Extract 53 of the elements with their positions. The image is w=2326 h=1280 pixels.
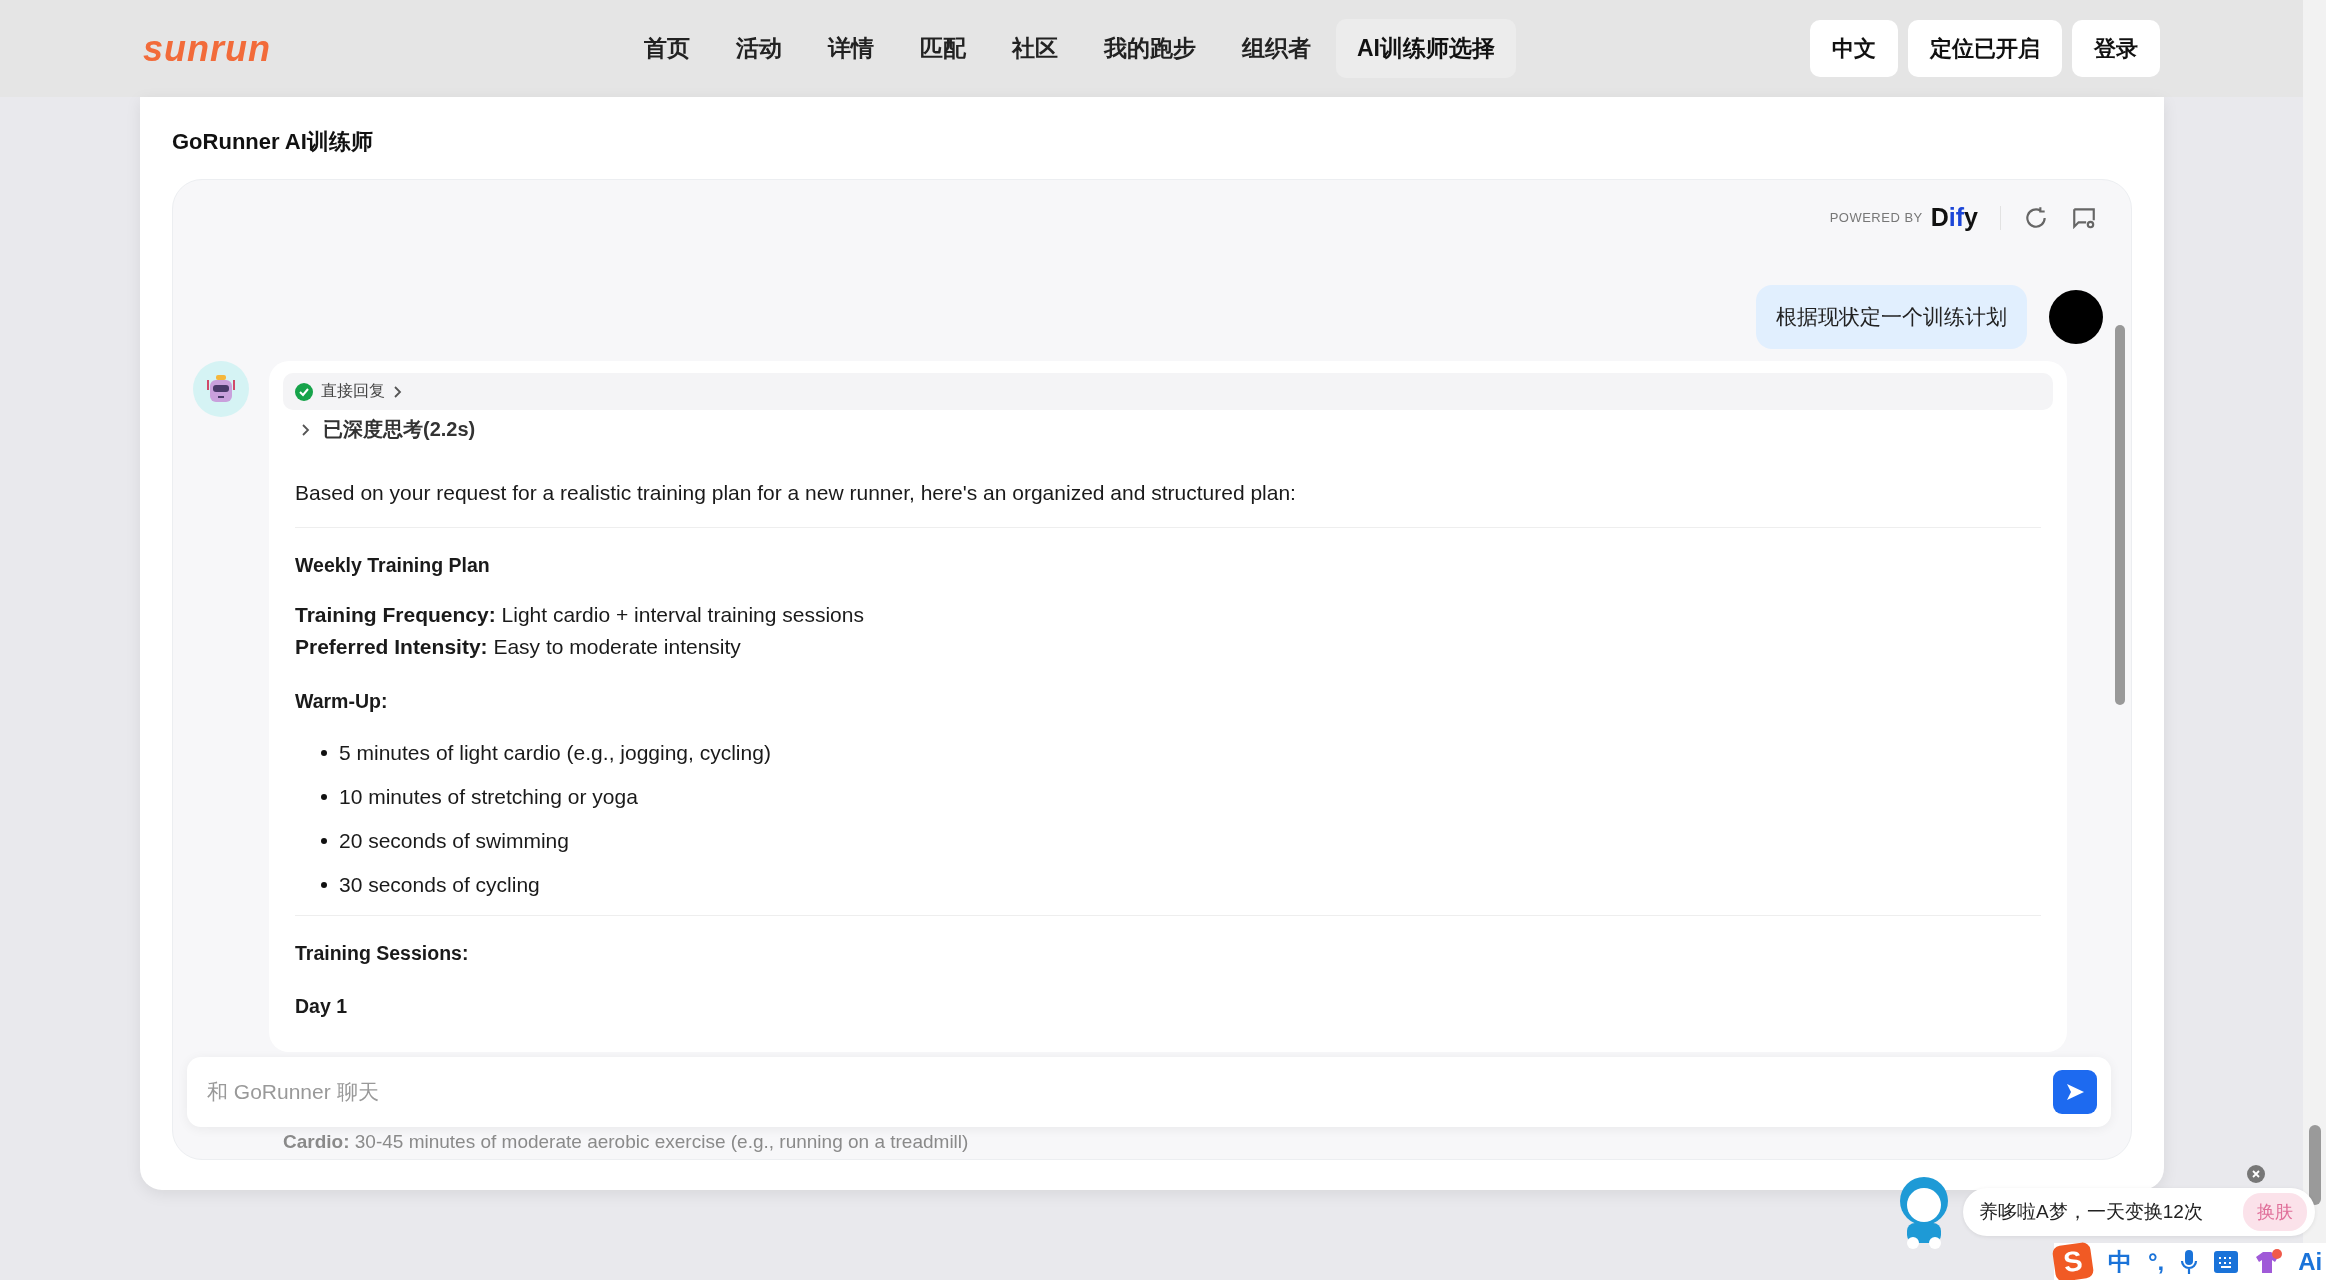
nav-tab[interactable]: 社区 xyxy=(991,19,1079,78)
card-title: GoRunner AI训练师 xyxy=(172,128,374,156)
microphone-icon[interactable] xyxy=(2180,1248,2199,1275)
send-button[interactable] xyxy=(2053,1070,2097,1114)
message-field[interactable]: 和 GoRunner 聊天 xyxy=(187,1057,2111,1127)
powered-by-label: POWERED BY xyxy=(1829,210,1923,225)
section-heading: Training Sessions: xyxy=(295,940,470,966)
nav-tab[interactable]: 活动 xyxy=(715,19,803,78)
check-icon xyxy=(295,382,313,401)
section-heading: Weekly Training Plan xyxy=(295,552,491,578)
thinking-label: 已深度思考(2.2s) xyxy=(323,417,476,442)
chevron-right-icon xyxy=(393,384,403,399)
ai-button[interactable]: Ai xyxy=(2298,1247,2323,1276)
field-line: Preferred Intensity: Easy to moderate intensity xyxy=(295,634,742,661)
nav-tab[interactable]: 匹配 xyxy=(899,19,987,78)
ime-mode[interactable]: 中 xyxy=(2108,1245,2132,1278)
paragraph: Based on your request for a realistic training plan for a new runner, here's an organized and structured plan: xyxy=(295,480,1297,506)
bullet-icon xyxy=(321,793,327,800)
nav-tab[interactable]: 我的跑步 xyxy=(1083,19,1217,78)
chat-input[interactable]: 和 GoRunner 聊天 xyxy=(187,1080,2053,1104)
faded-text: Cardio: 30-45 minutes of moderate aerobic exercise (e.g., running on a treadmill) xyxy=(282,1130,970,1154)
nav-tab[interactable]: 详情 xyxy=(807,19,895,78)
user-message: 根据现状定一个训练计划 xyxy=(1756,285,2027,349)
header-button[interactable]: 登录 xyxy=(2072,20,2160,77)
popup-text: 养哆啦A梦，一天变换12次 xyxy=(1979,1200,2203,1224)
header-button[interactable]: 中文 xyxy=(1810,20,1898,77)
shirt-icon[interactable] xyxy=(2254,1248,2283,1275)
list-item: 10 minutes of stretching or yoga xyxy=(339,784,638,809)
thinking-toggle[interactable]: 已深度思考(2.2s) xyxy=(283,410,2053,449)
user-avatar xyxy=(2049,290,2103,344)
field-line: Training Frequency: Light cardio + interval training sessions xyxy=(295,601,865,628)
section-heading: Day 1 xyxy=(295,994,349,1020)
status-label: 直接回复 xyxy=(321,381,385,401)
nav-tab[interactable]: AI训练师选择 xyxy=(1336,19,1516,78)
brand-logo: Dify xyxy=(1930,203,1978,232)
punctuation-toggle[interactable]: °, xyxy=(2148,1247,2165,1276)
robot-avatar xyxy=(193,361,249,417)
list-item: 5 minutes of light cardio (e.g., jogging, cycling) xyxy=(339,740,771,765)
list-item: 30 seconds of cycling xyxy=(339,872,540,897)
header-button[interactable]: 定位已开启 xyxy=(1908,20,2062,77)
close-icon[interactable] xyxy=(2247,1165,2265,1183)
nav-tab[interactable]: 组织者 xyxy=(1221,19,1332,78)
chevron-right-icon xyxy=(301,422,311,437)
keyboard-icon[interactable] xyxy=(2214,1250,2239,1273)
refresh-icon[interactable] xyxy=(2023,204,2049,231)
nav-tab[interactable]: 首页 xyxy=(623,19,711,78)
bullet-icon xyxy=(321,837,327,844)
bullet-icon xyxy=(321,881,327,888)
bullet-icon xyxy=(321,749,327,756)
section-heading: Warm-Up: xyxy=(295,688,389,714)
list-item: 20 seconds of swimming xyxy=(339,828,569,853)
status-chip[interactable]: 直接回复 xyxy=(283,373,2053,410)
send-icon xyxy=(2064,1081,2086,1103)
